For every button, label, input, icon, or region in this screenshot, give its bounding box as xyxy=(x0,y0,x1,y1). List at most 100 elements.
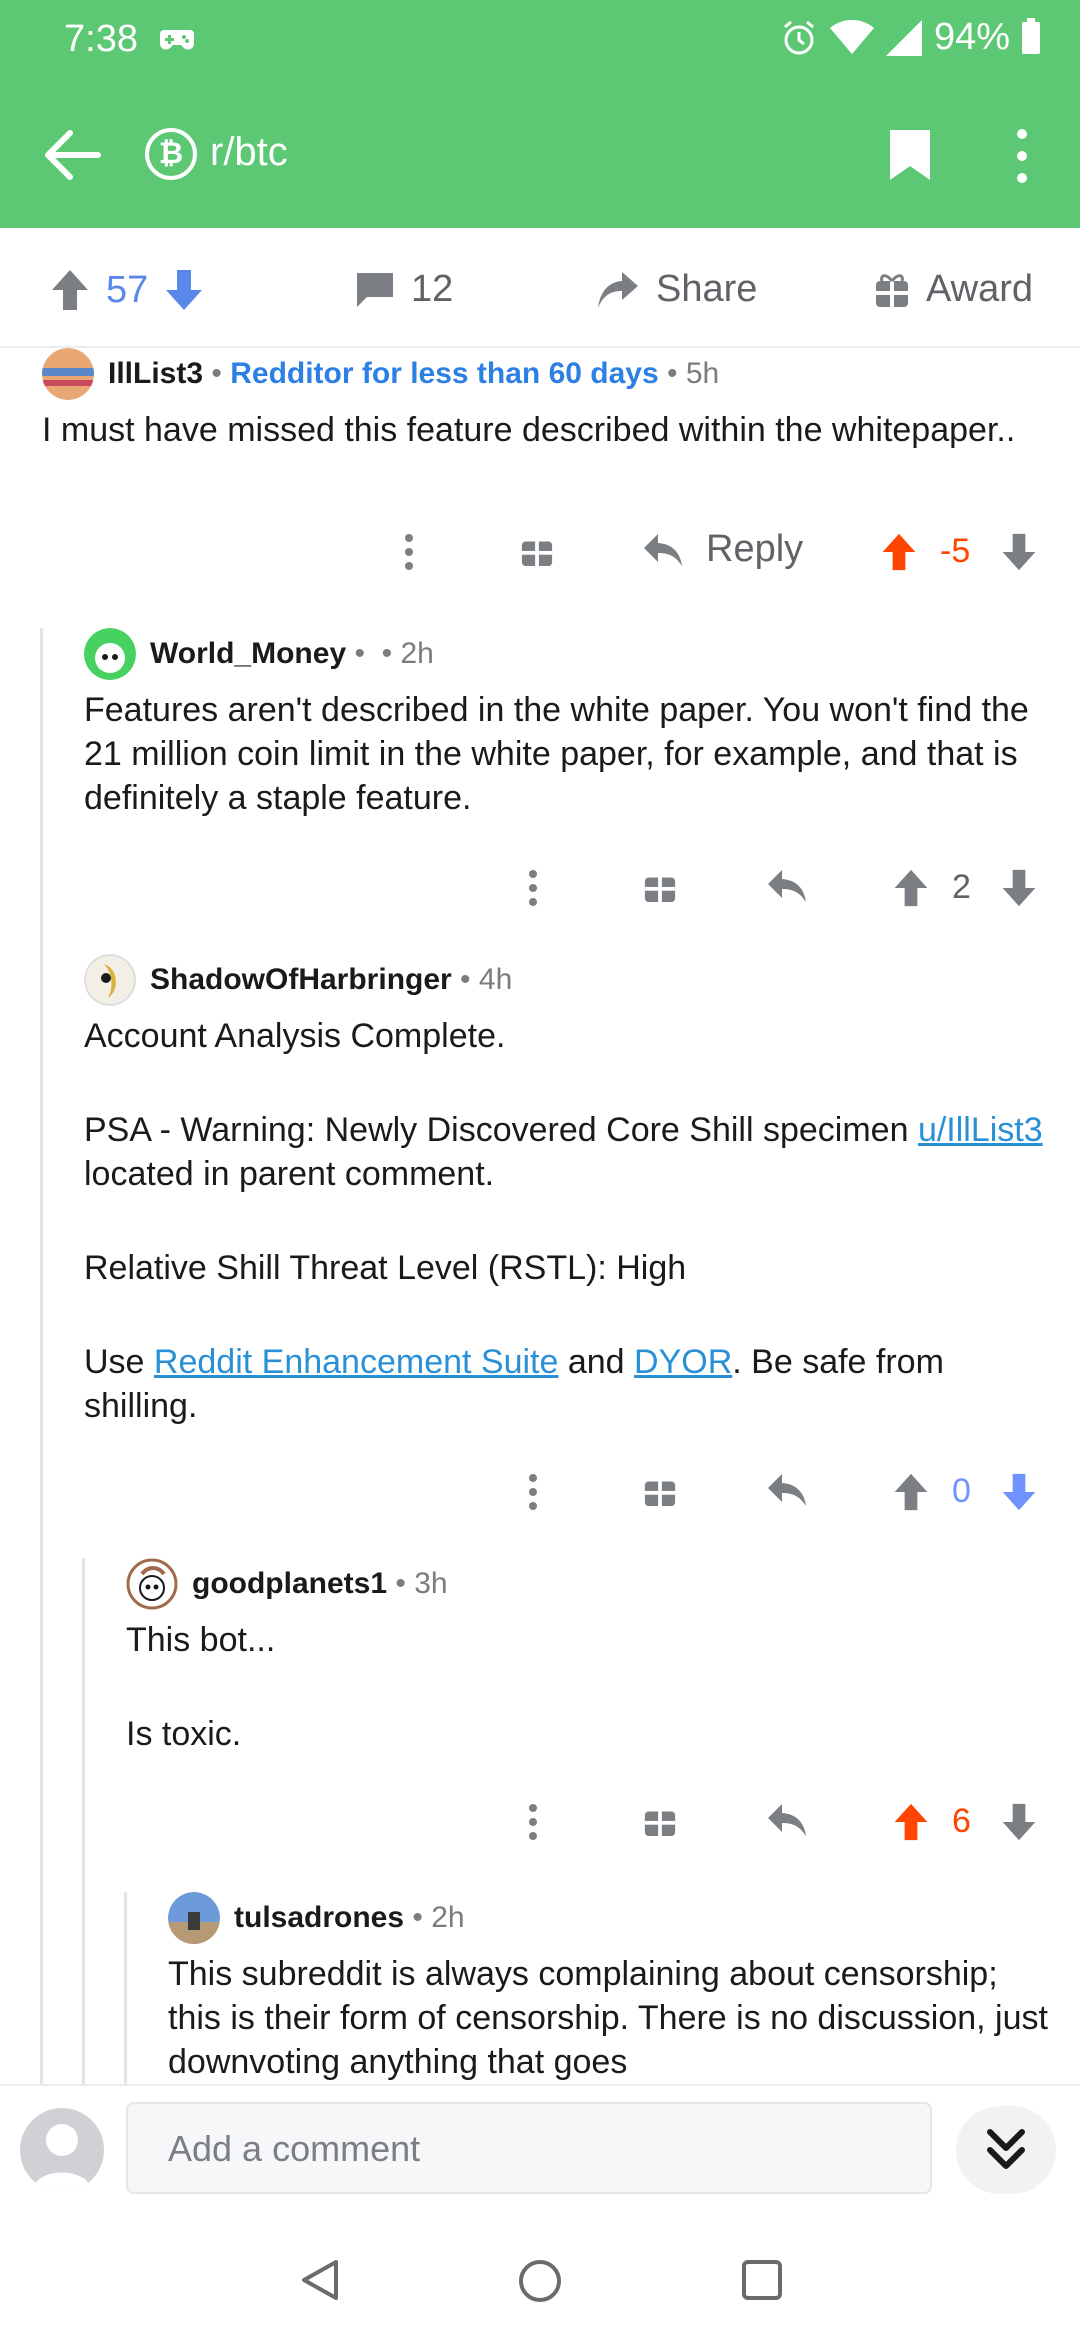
avatar[interactable] xyxy=(84,954,136,1006)
status-bar: 7:38 94% xyxy=(0,0,1080,80)
user-flair: Redditor for less than 60 days xyxy=(230,357,659,390)
comment-age: 2h xyxy=(431,1901,465,1934)
comment-body: This bot... Is toxic. xyxy=(126,1618,1046,1756)
comment-count: 12 xyxy=(411,268,454,310)
wifi-icon xyxy=(829,19,874,54)
comment-age: 4h xyxy=(478,963,513,996)
reply-label: Reply xyxy=(706,528,804,570)
comment-author[interactable]: ShadowOfHarbringer xyxy=(150,963,452,997)
upvote-icon[interactable] xyxy=(880,532,918,572)
comment-illlist3: IllList3 • Redditor for less than 60 day… xyxy=(0,348,1080,598)
comment-age: 2h xyxy=(400,637,434,670)
share-arrow-icon xyxy=(598,271,638,308)
user-avatar[interactable] xyxy=(20,2108,104,2192)
nav-home-icon[interactable] xyxy=(517,2258,563,2304)
downvote-icon[interactable] xyxy=(164,268,204,312)
status-time: 7:38 xyxy=(64,18,138,60)
avatar[interactable] xyxy=(168,1892,220,1944)
subreddit-icon[interactable]: ₿ xyxy=(145,128,197,180)
comment-header: IllList3 • Redditor for less than 60 day… xyxy=(42,348,719,400)
comment-actions: 0 xyxy=(0,1464,1080,1520)
comment-body: This subreddit is always complaining abo… xyxy=(168,1952,1048,2084)
reply-button[interactable]: Reply xyxy=(642,528,803,571)
nav-back-icon[interactable] xyxy=(300,2258,340,2302)
upvote-icon[interactable] xyxy=(892,1472,930,1512)
res-link[interactable]: Reddit Enhancement Suite xyxy=(154,1343,558,1381)
comment-body: Account Analysis Complete. PSA - Warning… xyxy=(84,1014,1044,1428)
subreddit-name[interactable]: r/btc xyxy=(210,130,288,175)
downvote-icon[interactable] xyxy=(1000,868,1038,908)
upvote-icon[interactable] xyxy=(892,868,930,908)
upvote-icon[interactable] xyxy=(50,268,90,312)
award-button[interactable]: Award xyxy=(874,268,1033,311)
comment-actions: 2 xyxy=(0,860,1080,916)
more-options-icon[interactable] xyxy=(1005,126,1039,186)
award-label: Award xyxy=(926,268,1034,310)
comment-score: 0 xyxy=(952,1472,971,1510)
reply-arrow-icon xyxy=(644,533,682,566)
gift-icon[interactable] xyxy=(643,868,677,904)
battery-icon xyxy=(1022,17,1040,54)
upvote-icon[interactable] xyxy=(892,1802,930,1842)
nav-recents-icon[interactable] xyxy=(741,2259,783,2301)
user-mention-link[interactable]: u/IllList3 xyxy=(918,1111,1043,1149)
share-button[interactable]: Share xyxy=(596,268,757,311)
comment-bubble-icon xyxy=(357,272,393,307)
comment-header: ShadowOfHarbringer • 4h xyxy=(84,954,512,1006)
comment-author[interactable]: goodplanets1 xyxy=(192,1567,387,1601)
gift-icon[interactable] xyxy=(643,1472,677,1508)
comment-composer: Add a comment xyxy=(0,2084,1080,2212)
avatar[interactable] xyxy=(126,1558,178,1610)
more-options-icon[interactable] xyxy=(524,1472,542,1512)
comment-author[interactable]: IllList3 xyxy=(108,357,203,391)
more-options-icon[interactable] xyxy=(524,1802,542,1842)
comment-body: Features aren't described in the white p… xyxy=(84,688,1059,820)
downvote-icon[interactable] xyxy=(1000,1472,1038,1512)
reply-arrow-icon[interactable] xyxy=(766,868,808,904)
comment-text: Account Analysis Complete. xyxy=(84,1017,506,1055)
post-vote-group: 57 xyxy=(50,268,204,312)
reply-arrow-icon[interactable] xyxy=(766,1472,808,1508)
system-navigation-bar xyxy=(0,2210,1080,2340)
gift-icon[interactable] xyxy=(643,1802,677,1838)
comment-actions: Reply -5 xyxy=(0,524,1080,580)
comment-text: This bot... xyxy=(126,1621,276,1659)
alarm-icon xyxy=(783,20,814,54)
comment-score: 2 xyxy=(952,868,971,906)
gift-icon xyxy=(876,273,908,307)
reply-arrow-icon[interactable] xyxy=(766,1802,808,1838)
comment-text: Use Reddit Enhancement Suite and DYOR. B… xyxy=(84,1343,944,1425)
avatar[interactable] xyxy=(84,628,136,680)
battery-percent: 94% xyxy=(933,16,1010,58)
comment-text: Features aren't described in the white p… xyxy=(84,691,1029,817)
comment-input[interactable]: Add a comment xyxy=(126,2102,932,2194)
more-options-icon[interactable] xyxy=(524,868,542,908)
dyor-link[interactable]: DYOR xyxy=(634,1343,732,1381)
comment-age: 3h xyxy=(414,1567,448,1600)
comment-text: PSA - Warning: Newly Discovered Core Shi… xyxy=(84,1111,1043,1193)
comment-header: World_Money • • 2h xyxy=(84,628,434,680)
downvote-icon[interactable] xyxy=(1000,532,1038,572)
comment-shadowofharbringer: ShadowOfHarbringer • 4h Account Analysis… xyxy=(0,954,1080,1534)
post-comments-button[interactable]: 12 xyxy=(355,268,453,311)
double-chevron-down-icon xyxy=(987,2129,1025,2169)
comment-text: This subreddit is always complaining abo… xyxy=(168,1955,1048,2081)
avatar[interactable] xyxy=(42,348,94,400)
post-action-bar: 57 12 Share Award xyxy=(0,228,1080,348)
user-silhouette-icon xyxy=(32,2124,92,2192)
comment-actions: 6 xyxy=(0,1794,1080,1850)
comment-author[interactable]: World_Money xyxy=(150,637,346,671)
gift-icon[interactable] xyxy=(520,532,554,568)
cell-signal-icon xyxy=(885,19,922,56)
comment-author[interactable]: tulsadrones xyxy=(234,1901,404,1935)
comment-list: IllList3 • Redditor for less than 60 day… xyxy=(0,348,1080,2084)
bookmark-icon[interactable] xyxy=(888,128,932,182)
share-label: Share xyxy=(656,268,758,310)
comment-text: I must have missed this feature describe… xyxy=(42,411,1016,449)
more-options-icon[interactable] xyxy=(400,532,418,572)
downvote-icon[interactable] xyxy=(1000,1802,1038,1842)
game-controller-icon xyxy=(160,30,194,50)
back-arrow-icon[interactable] xyxy=(40,125,104,185)
jump-to-next-comment-button[interactable] xyxy=(956,2106,1056,2194)
app-bar: 7:38 94% ₿ r/btc xyxy=(0,0,1080,228)
